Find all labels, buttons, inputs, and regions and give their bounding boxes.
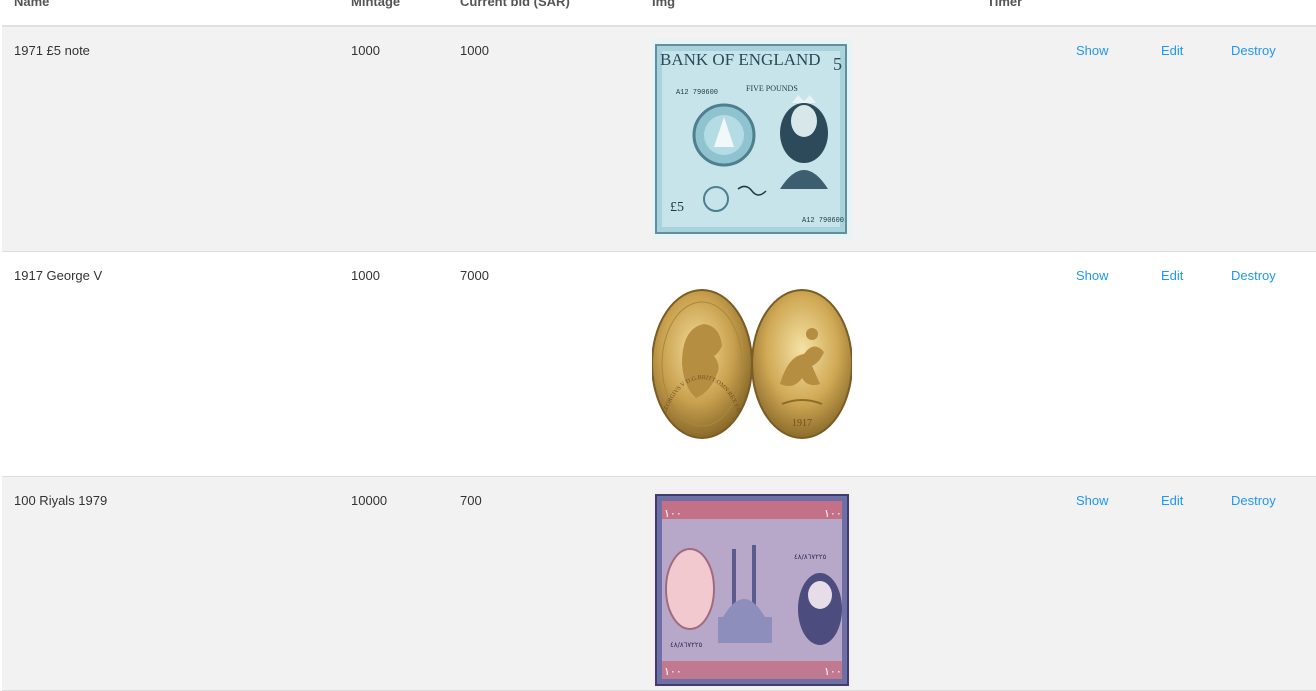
column-header-img: Img [652, 0, 676, 9]
table-row: 1971 £5 note 1000 1000 BANK OF ENGLAND 5… [2, 27, 1316, 252]
auction-items-table: Name Mintage Current bid (SAR) Img Timer… [2, 0, 1316, 691]
svg-text:٤٨/٨٦٧٢٢٥: ٤٨/٨٦٧٢٢٥ [670, 641, 703, 649]
destroy-link[interactable]: Destroy [1231, 43, 1276, 58]
item-name: 100 Riyals 1979 [14, 493, 108, 508]
show-link[interactable]: Show [1076, 43, 1109, 58]
item-mintage: 1000 [351, 268, 380, 283]
table-row: 100 Riyals 1979 10000 700 ١٠٠ ١٠٠ ١٠٠ ١٠… [2, 477, 1316, 691]
banknote-bank-text: BANK OF ENGLAND [660, 50, 821, 69]
edit-link[interactable]: Edit [1161, 43, 1183, 58]
hundred-riyal-banknote-image: ١٠٠ ١٠٠ ١٠٠ ١٠٠ ٤٨/٨٦٧٢٢٥ ٤٨/٨٦٧٢٢٥ [652, 489, 852, 689]
banknote-corner-denom: 5 [833, 54, 842, 74]
edit-link[interactable]: Edit [1161, 493, 1183, 508]
destroy-link[interactable]: Destroy [1231, 268, 1276, 283]
svg-text:١٠٠: ١٠٠ [664, 665, 682, 678]
svg-text:A12 790600: A12 790600 [802, 217, 844, 225]
table-row: 1917 George V 1000 7000 GEORGIVS V D.G.B… [2, 252, 1316, 477]
svg-text:١٠٠: ١٠٠ [824, 665, 842, 678]
coin-illustration: GEORGIVS V D.G.BRITT:OMN:REX F.D.IND:IMP… [652, 264, 852, 464]
column-header-current-bid: Current bid (SAR) [460, 0, 570, 9]
column-header-mintage: Mintage [351, 0, 401, 9]
item-mintage: 1000 [351, 43, 380, 58]
svg-text:١٠٠: ١٠٠ [824, 507, 842, 520]
banknote-serial: A12 790600 [676, 89, 718, 97]
column-header-timer: Timer [987, 0, 1023, 9]
five-pound-banknote-image: BANK OF ENGLAND 5 A12 790600 FIVE POUNDS… [652, 39, 852, 239]
destroy-link[interactable]: Destroy [1231, 493, 1276, 508]
banknote-illustration: BANK OF ENGLAND 5 A12 790600 FIVE POUNDS… [652, 39, 852, 239]
coin-year: 1917 [792, 418, 812, 429]
edit-link[interactable]: Edit [1161, 268, 1183, 283]
banknote-corner-denom: ١٠٠ [664, 507, 682, 520]
table-header: Name Mintage Current bid (SAR) Img Timer [2, 0, 1316, 27]
item-mintage: 10000 [351, 493, 388, 508]
item-current-bid: 1000 [460, 43, 489, 58]
item-current-bid: 700 [460, 493, 482, 508]
gold-sovereign-coin-image: GEORGIVS V D.G.BRITT:OMN:REX F.D.IND:IMP… [652, 264, 852, 464]
item-current-bid: 7000 [460, 268, 489, 283]
banknote-pound-symbol: £5 [670, 200, 684, 215]
item-name: 1971 £5 note [14, 43, 90, 58]
show-link[interactable]: Show [1076, 493, 1109, 508]
banknote-serial: ٤٨/٨٦٧٢٢٥ [794, 553, 827, 561]
show-link[interactable]: Show [1076, 268, 1109, 283]
column-header-name: Name [14, 0, 50, 9]
item-name: 1917 George V [14, 268, 103, 283]
banknote-illustration: ١٠٠ ١٠٠ ١٠٠ ١٠٠ ٤٨/٨٦٧٢٢٥ ٤٨/٨٦٧٢٢٥ [652, 489, 852, 689]
banknote-denomination: FIVE POUNDS [746, 84, 798, 93]
